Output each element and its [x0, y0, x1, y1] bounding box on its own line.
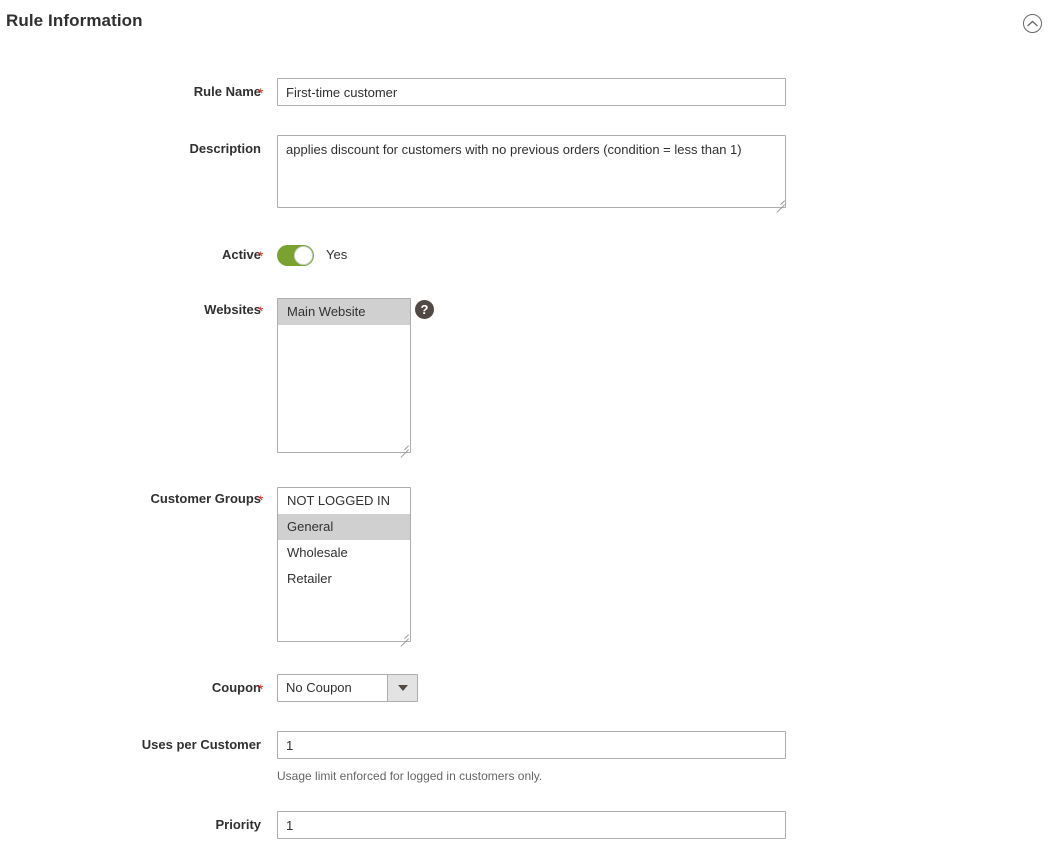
- priority-input[interactable]: [277, 811, 786, 839]
- websites-required-marker: *: [258, 303, 264, 319]
- customer-groups-required-marker: *: [258, 492, 264, 508]
- chevron-up-circle-icon[interactable]: [1023, 14, 1042, 33]
- description-label: Description: [189, 141, 261, 156]
- rule-name-input[interactable]: [277, 78, 786, 106]
- coupon-select-value: No Coupon: [286, 680, 352, 695]
- list-item[interactable]: NOT LOGGED IN: [278, 488, 410, 514]
- rule-name-required-marker: *: [258, 85, 264, 101]
- chevron-down-icon[interactable]: [387, 675, 417, 701]
- list-item[interactable]: General: [278, 514, 410, 540]
- question-mark-icon[interactable]: ?: [415, 300, 434, 319]
- list-item[interactable]: Wholesale: [278, 540, 410, 566]
- active-toggle-knob: [294, 246, 313, 265]
- coupon-label: Coupon: [211, 680, 261, 695]
- active-toggle-state-label: Yes: [326, 247, 348, 262]
- list-item[interactable]: Retailer: [278, 566, 410, 592]
- list-item[interactable]: Main Website: [278, 299, 410, 325]
- coupon-select[interactable]: No Coupon: [277, 674, 418, 702]
- priority-label: Priority: [215, 817, 261, 832]
- rule-name-label: Rule Name: [193, 84, 261, 99]
- websites-label: Websites: [204, 302, 261, 317]
- uses-per-customer-note: Usage limit enforced for logged in custo…: [277, 769, 543, 783]
- section-header: Rule Information: [0, 0, 1056, 44]
- customer-groups-label: Customer Groups: [150, 491, 261, 506]
- uses-per-customer-label: Uses per Customer: [141, 737, 261, 752]
- coupon-required-marker: *: [258, 681, 264, 697]
- active-toggle[interactable]: [277, 245, 314, 266]
- customer-groups-multiselect[interactable]: NOT LOGGED IN General Wholesale Retailer: [277, 487, 411, 642]
- uses-per-customer-input[interactable]: [277, 731, 786, 759]
- active-required-marker: *: [258, 248, 264, 264]
- websites-multiselect[interactable]: Main Website: [277, 298, 411, 453]
- page-title: Rule Information: [6, 11, 143, 30]
- description-textarea[interactable]: applies discount for customers with no p…: [277, 135, 786, 208]
- active-label: Active: [221, 247, 261, 262]
